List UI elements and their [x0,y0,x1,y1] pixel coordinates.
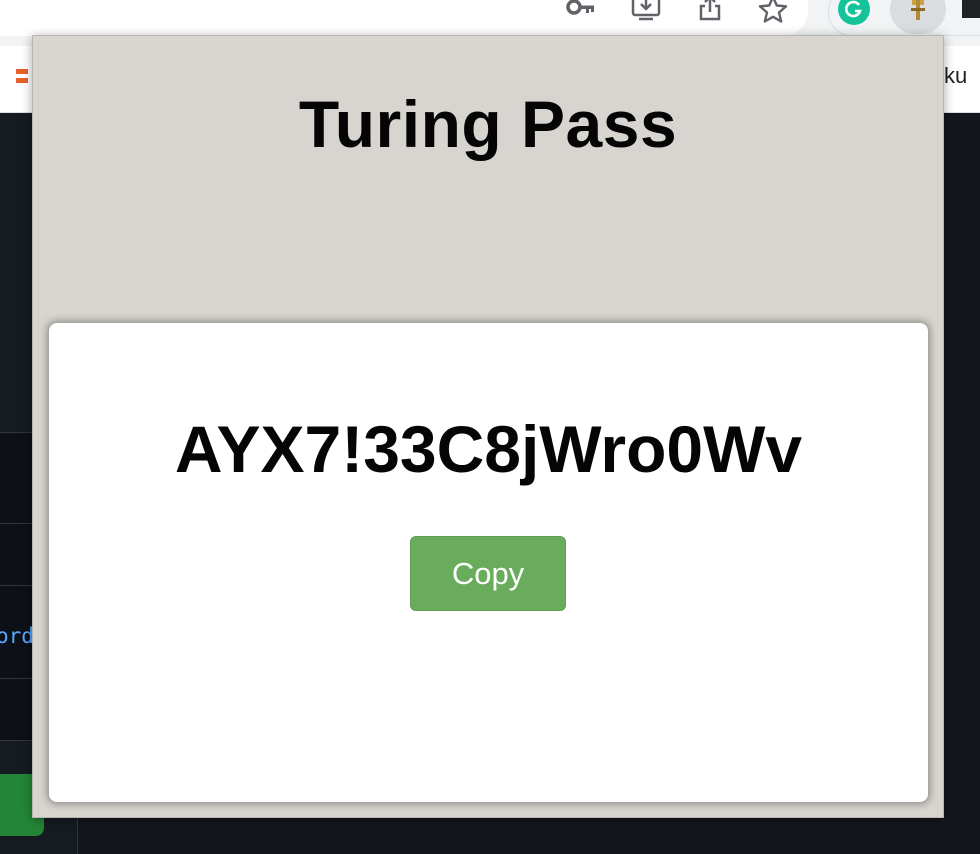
password-card: AYX7!33C8jWro0Wv Copy [49,323,928,802]
bookmark-favicon-icon[interactable] [16,65,30,91]
background-row-divider [0,523,36,524]
address-bar[interactable] [0,0,808,36]
puzzle-icon[interactable] [960,0,980,20]
extension-popup: Turing Pass AYX7!33C8jWro0Wv Copy [32,35,944,818]
copy-button[interactable]: Copy [410,536,566,611]
key-icon[interactable] [566,0,596,24]
share-icon[interactable] [695,0,725,24]
background-row-divider [0,585,36,586]
background-row-divider [0,740,36,741]
star-icon[interactable] [758,0,788,24]
background-row-divider [0,678,36,679]
popup-title: Turing Pass [298,87,678,161]
generated-password: AYX7!33C8jWro0Wv [174,412,803,486]
install-app-icon[interactable] [631,0,661,24]
background-page-panel [0,432,36,741]
background-page-link[interactable]: ord [0,624,34,648]
bookmark-label[interactable]: ku [944,63,967,89]
